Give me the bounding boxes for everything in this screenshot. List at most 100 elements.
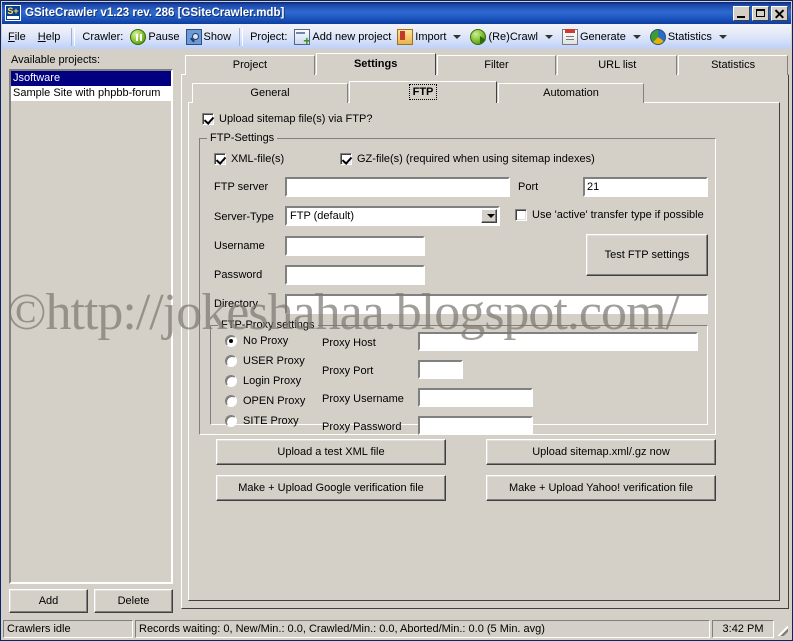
menu-toolbar: File Help Crawler: Pause Show Project: A… [2,24,791,49]
app-icon-label: S+ [7,6,19,16]
server-type-chevron-down-icon[interactable] [481,209,497,223]
username-input[interactable] [285,236,425,256]
tab-statistics[interactable]: Statistics [678,55,788,75]
proxy-mode-open-proxy-radio[interactable] [225,395,237,407]
generate-dropdown-chevron-down-icon[interactable] [632,34,641,39]
import-button[interactable]: Import [394,28,449,46]
pause-icon [130,28,147,45]
proxy-mode-open-proxy-row[interactable]: OPEN Proxy [225,395,305,407]
proxy-mode-user-proxy-row[interactable]: USER Proxy [225,355,305,367]
projects-listbox[interactable]: Jsoftware Sample Site with phpbb-forum [9,69,173,584]
subtab-general[interactable]: General [192,83,348,103]
upload-via-ftp-checkbox[interactable] [202,113,214,125]
tab-project[interactable]: Project [185,55,315,75]
app-icon: S+ [5,5,21,21]
close-icon[interactable] [771,5,788,21]
gz-files-checkbox-row[interactable]: GZ-file(s) (required when using sitemap … [340,153,595,165]
ftp-proxy-group-title: FTP-Proxy settings [218,319,318,331]
proxy-host-input[interactable] [418,332,698,351]
status-bar: Crawlers idle Records waiting: 0, New/Mi… [2,619,791,639]
add-new-project-button[interactable]: Add new project [291,28,394,47]
statistics-button[interactable]: Statistics [647,28,715,46]
ftp-server-input[interactable] [285,177,510,197]
statistics-pie-icon [649,28,666,45]
recrawl-dropdown-chevron-down-icon[interactable] [544,34,553,39]
port-input[interactable] [583,177,708,197]
proxy-mode-no-proxy-row[interactable]: No Proxy [225,335,288,347]
proxy-mode-site-proxy-radio[interactable] [225,415,237,427]
proxy-mode-login-proxy-label: Login Proxy [243,375,302,387]
proxy-mode-login-proxy-row[interactable]: Login Proxy [225,375,301,387]
upload-via-ftp-label: Upload sitemap file(s) via FTP? [219,113,373,125]
tab-url-list[interactable]: URL list [557,55,678,75]
menu-item-help[interactable]: Help [32,29,67,45]
resize-grip-icon[interactable] [776,620,790,638]
project-buttons: Add Delete [9,589,173,613]
generate-label: Generate [579,30,626,43]
xml-files-checkbox-row[interactable]: XML-file(s) [214,153,284,165]
statistics-dropdown-chevron-down-icon[interactable] [718,34,727,39]
upload-via-ftp-checkbox-row[interactable]: Upload sitemap file(s) via FTP? [202,113,372,125]
recrawl-button[interactable]: (Re)Crawl [467,28,541,46]
show-label: Show [203,30,232,43]
menu-item-file[interactable]: File [2,29,32,45]
proxy-port-input[interactable] [418,360,463,379]
subtab-ftp-label: FTP [408,84,438,100]
directory-input[interactable] [285,294,708,314]
window-title: GSiteCrawler v1.23 rev. 286 [GSiteCrawle… [25,7,285,19]
server-type-value: FTP (default) [290,210,354,222]
proxy-password-input[interactable] [418,416,533,435]
tab-settings[interactable]: Settings [315,53,436,75]
add-project-button[interactable]: Add [9,589,88,613]
username-label: Username [214,240,265,252]
active-transfer-checkbox-row[interactable]: Use 'active' transfer type if possible [515,209,704,221]
proxy-mode-site-proxy-row[interactable]: SITE Proxy [225,415,299,427]
add-project-icon [294,28,311,47]
proxy-username-input[interactable] [418,388,533,407]
add-new-project-label: Add new project [312,30,392,43]
active-transfer-label: Use 'active' transfer type if possible [532,209,704,221]
show-button[interactable]: Show [183,28,235,46]
import-dropdown-chevron-down-icon[interactable] [453,34,462,39]
minimize-icon[interactable] [733,5,750,21]
subtab-ftp[interactable]: FTP [349,81,497,103]
server-type-combo[interactable]: FTP (default) [285,206,500,226]
generate-button[interactable]: Generate [559,28,629,46]
tab-filter[interactable]: Filter [436,55,557,75]
make-upload-yahoo-verification-button[interactable]: Make + Upload Yahoo! verification file [486,475,716,501]
password-input[interactable] [285,265,425,285]
application-window: S+ GSiteCrawler v1.23 rev. 286 [GSiteCra… [0,0,793,641]
ftp-server-label: FTP server [214,181,269,193]
xml-files-label: XML-file(s) [231,153,285,165]
directory-label: Directory [214,298,259,310]
gz-files-checkbox[interactable] [340,153,352,165]
ftp-settings-group-title: FTP-Settings [207,132,278,144]
status-crawler-state: Crawlers idle [3,620,133,638]
test-ftp-settings-button[interactable]: Test FTP settings [586,234,708,276]
statistics-label: Statistics [667,30,712,43]
main-tabstrip: Project Settings Filter URL list Statist… [181,53,789,75]
pause-button[interactable]: Pause [127,28,182,46]
toolbar-separator [71,27,76,46]
title-bar: S+ GSiteCrawler v1.23 rev. 286 [GSiteCra… [2,2,791,24]
proxy-mode-login-proxy-radio[interactable] [225,375,237,387]
proxy-mode-open-proxy-label: OPEN Proxy [243,395,306,407]
active-transfer-checkbox[interactable] [515,209,527,221]
proxy-mode-user-proxy-radio[interactable] [225,355,237,367]
toolbar-separator-2 [239,27,244,46]
upload-test-xml-button[interactable]: Upload a test XML file [216,439,446,465]
xml-files-checkbox[interactable] [214,153,226,165]
list-item[interactable]: Jsoftware [11,71,171,86]
delete-project-button[interactable]: Delete [94,589,173,613]
proxy-host-label: Proxy Host [322,337,376,349]
subtab-automation[interactable]: Automation [498,83,644,103]
server-type-label: Server-Type [214,211,274,223]
menu-item-help-rest: elp [45,30,61,43]
upload-sitemap-now-button[interactable]: Upload sitemap.xml/.gz now [486,439,716,465]
make-upload-google-verification-button[interactable]: Make + Upload Google verification file [216,475,446,501]
projects-panel: Available projects: Jsoftware Sample Sit… [5,53,177,620]
list-item[interactable]: Sample Site with phpbb-forum [11,86,171,101]
proxy-mode-no-proxy-radio[interactable] [225,335,237,347]
status-time: 3:42 PM [712,620,774,638]
maximize-icon[interactable] [752,5,769,21]
